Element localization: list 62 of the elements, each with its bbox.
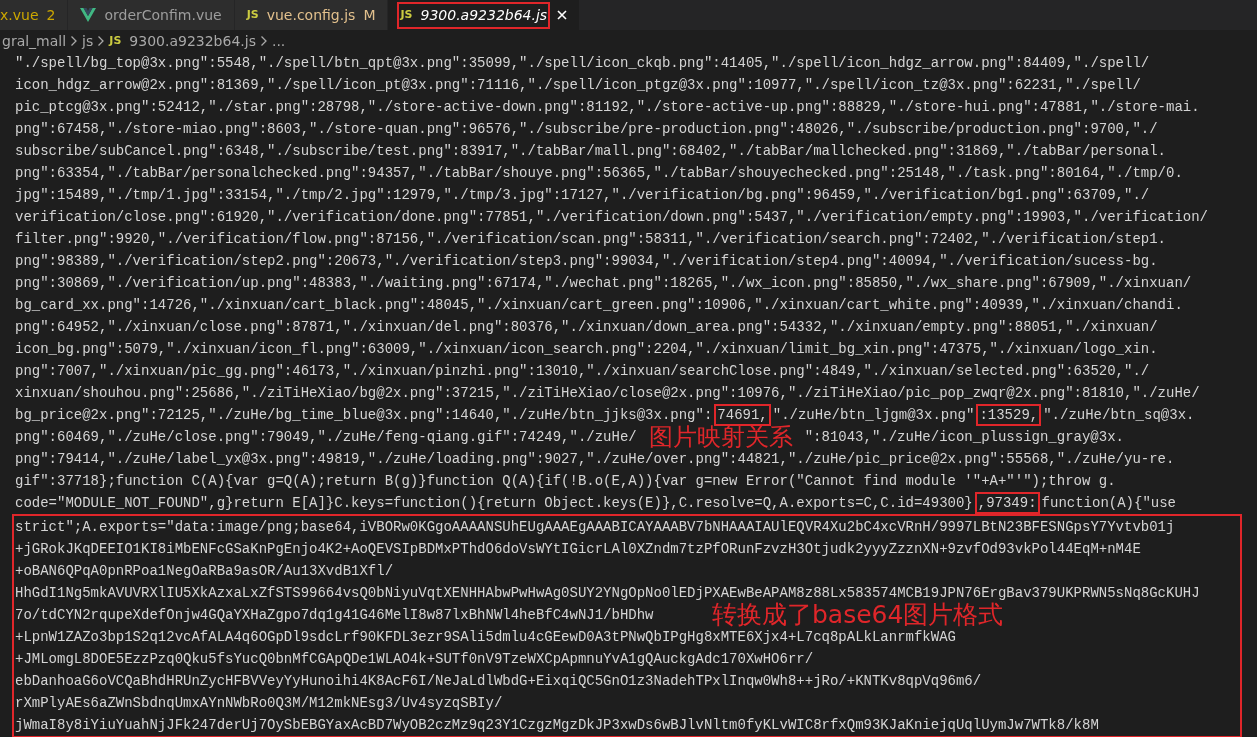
js-file-icon: JS	[246, 6, 259, 24]
code-text: rXmPlyAEs6aZWnSbdnqUmxAYnNWbRo0Q3M/M12mkNEsg3/Uv4syzqSBIy/	[15, 695, 503, 711]
code-text: xinxuan/shouhou.png":25686,"./ziTiHeXiao/bg@2x.png":37215,"./ziTiHeXiao/close@2x.png":10976,"./ziTiHeXiao/pic_pop_zwqr@2x.png":81810,"./zuHe/	[15, 385, 1200, 401]
code-text: ebDanhoaG6oVCQaBhdHRUnZycHFBVVeyYyHunoihi4K8AcF6I/NeJaLdlWbdG+EixqiQC5GnO1z3NadehTPxlInqw0Wh8++jRo/+KNTKv8qpVq96m6/	[15, 673, 982, 689]
annotation-text: 转换成了base64图片格式	[712, 600, 1004, 630]
code-text: strict";A.exports="data:image/png;base64,iVBORw0KGgoAAAANSUhEUgAAAEgAAABICAYAAABV7bNHAAAIAUlEQVR4Xu2bC4xcVRnH/9997LBtN23BFESNGpsY7Yvtvb01j	[15, 519, 1175, 535]
annotation-text: 图片映射关系	[648, 426, 793, 448]
code-text: png":60469,"./zuHe/close.png":79049,"./zuHe/feng-qiang.gif":74249,"./zuHe/	[15, 429, 637, 445]
highlighted-code: 74691,	[714, 404, 771, 426]
code-text: ":81043,"./zuHe/icon_plussign_gray@3x.	[804, 429, 1124, 445]
chevron-right-icon	[259, 35, 268, 47]
breadcrumb-item[interactable]: ...	[271, 30, 286, 52]
code-text: +oBAN6QPqA0pnRPoa1NegOaRBa9asOR/Au13XvdB1Xfl/	[15, 563, 394, 579]
editor-tab[interactable]: orderConfim.vue	[68, 0, 235, 30]
code-text: +JMLomgL8DOE5EzzPzq0Qku5fsYucQ0bnMfCGApQDe1WLAO4k+SUTf0nV9TzeWXCpApmnuYvA1gQAuckgAdc170XwHO6rr/	[15, 651, 814, 667]
highlighted-code: :13529,	[976, 404, 1042, 426]
code-text: 7o/tdCYN2rqupeXdefOnjw4GQaYXHaZgpo7dq1g41G46MelI8w87lxBhNWl4heBfC4wNJ1/bHDhw	[15, 607, 654, 623]
code-text: jpg":15489,"./tmp/1.jpg":33154,"./tmp/2.jpg":12979,"./tmp/3.jpg":17127,"./verification/bg.png":96459,"./verification/bg1.png":63709,"./	[15, 187, 1150, 203]
code-text: "./zuHe/btn_sq@3x.	[1043, 407, 1195, 423]
code-text: code="MODULE_NOT_FOUND",g}return E[A]}C.keys=function(){return Object.keys(E)},C.resolve=Q,A.exports=C,C.id=49300}	[15, 495, 973, 511]
code-text: +LpnW1ZAZo3bp1S2q12vcAfALA4q6OGpDl9sdcLrf90KFDL3ezr9SAli5dmlu4cGEewD0A3tPNwQbIPgHg8xMTE6Xjx4+L7cq8pALkLanrmfkWAG	[15, 629, 956, 645]
code-text: png":7007,"./xinxuan/pic_gg.png":46173,"./xinxuan/pinzhi.png":13010,"./xinxuan/searchClose.png":4849,"./xinxuan/selected.png":63520,"./	[15, 363, 1150, 379]
tab-label: 9300.a9232b64.js	[420, 5, 548, 25]
chevron-right-icon	[97, 35, 106, 47]
code-text: icon_hdgz_arrow@2x.png":81369,"./spell/icon_pt@3x.png":71116,"./spell/icon_ptgz@3x.png":10977,"./spell/icon_tz@3x.png":62231,"./spell/	[15, 77, 1141, 93]
code-text: png":63354,"./tabBar/personalchecked.png":94357,"./tabBar/shouye.png":56365,"./tabBar/shouyechecked.png":25148,"./task.png":80164,"./tmp/0.	[15, 165, 1183, 181]
editor-tab[interactable]: JS 9300.a9232b64.js	[388, 0, 581, 30]
code-text: png":64952,"./xinxuan/close.png":87871,"./xinxuan/del.png":80376,"./xinxuan/down_area.png":54332,"./xinxuan/empty.png":88051,"./xinxuan/	[15, 319, 1158, 335]
js-file-icon: JS	[109, 32, 122, 50]
breadcrumb-item[interactable]: 9300.a9232b64.js	[129, 30, 256, 52]
highlighted-code: ,97349:	[974, 492, 1040, 514]
breadcrumb-item[interactable]: js	[82, 30, 94, 52]
code-text: "./zuHe/btn_ljgm@3x.png"	[772, 407, 975, 423]
js-file-icon: JS	[400, 6, 413, 24]
code-text: bg_price@2x.png":72125,"./zuHe/bg_time_blue@3x.png":14640,"./zuHe/btn_jjks@3x.png":	[15, 407, 713, 423]
editor-tab[interactable]: JS vue.config.js M	[234, 0, 389, 30]
code-text: bg_card_xx.png":14726,"./xinxuan/cart_black.png":48045,"./xinxuan/cart_green.png":10906,"./xinxuan/cart_white.png":40939,"./xinxuan/chandi.	[15, 297, 1183, 313]
code-text: jWmaI8y8iYiuYuahNjJFk247derUj7OySbEBGYaxAcBD7WyOB2czMz9q23Y1CzgzMgzDkJP3xwDs6wBJlvNltm0fyKLvWIC8rfxQm93KJaKniejqUqlUymJw7WTk8/k8M	[15, 717, 1099, 733]
code-text: "./spell/bg_top@3x.png":5548,"./spell/btn_qpt@3x.png":35099,"./spell/icon_ckqb.png":41405,"./spell/icon_hdgz_arrow.png":84409,"./spell/	[15, 55, 1150, 71]
tab-label: vue.config.js	[266, 5, 356, 25]
tab-label: x.vue	[0, 5, 39, 25]
code-text: verification/close.png":61920,"./verification/done.png":77851,"./verification/down.png":5437,"./verification/empty.png":19903,"./verification/	[15, 209, 1208, 225]
code-text: png":98389,"./verification/step2.png":20673,"./verification/step3.png":99034,"./verification/step4.png":40094,"./verification/sucess-bg.	[15, 253, 1158, 269]
vue-logo-icon	[80, 8, 97, 22]
code-text: gif":37718};function C(A){var g=Q(A);return B(g)}function Q(A){if(!B.o(E,A)){var g=new Error("Cannot find module '"+A+"'");throw g.	[15, 473, 1116, 489]
code-text: png":79414,"./zuHe/label_yx@3x.png":49819,"./zuHe/loading.png":9027,"./zuHe/over.png":44821,"./zuHe/pic_price@2x.png":55568,"./zuHe/yu-re.	[15, 451, 1175, 467]
code-text: png":67458,"./store-miao.png":8603,"./store-quan.png":96576,"./subscribe/pre-production.png":48026,"./subscribe/production.png":9700,"./	[15, 121, 1158, 137]
tab-label: orderConfim.vue	[104, 5, 222, 25]
code-text: +jGRokJKqDEEIO1KI8iMbENFcGSaKnPgEnjo4K2+AoQEVSIpBDMxPThdO6doVsWYtIGicrLAl0XZndm7tzPfORunFzvzH3Otjudk2yyyZzznXN+9zvfOd93vkPol44EqM+nM4E	[15, 541, 1141, 557]
close-icon[interactable]	[557, 10, 568, 20]
tab-status-label: M	[363, 5, 376, 25]
code-text: subscribe/subCancel.png":6348,"./subscribe/test.png":83917,"./tabBar/mall.png":68402,"./tabBar/mallchecked.png":31869,"./tabBar/personal.	[15, 143, 1166, 159]
chevron-right-icon	[70, 35, 79, 47]
tab-status-label: 2	[46, 5, 56, 25]
editor-tab[interactable]: x.vue 2	[0, 0, 69, 30]
code-text: HhGdI1Ng5mkAVUVRXlIU5XkAzxaLxZfSTS99664vsQ0bNiyuVqtXENHHAbwPwHwAg0SUY2YNgOpNo0lEDjPXAEwBeAPAM8z88Lx583574MCB19JPN76ErgBav379UKPRWN5sNq8GcKUHJ	[15, 585, 1200, 601]
code-text: filter.png":9920,"./verification/flow.png":87156,"./verification/scan.png":58311,"./verification/search.png":72402,"./verification/step1.	[15, 231, 1166, 247]
code-text: pic_ptcg@3x.png":52412,"./star.png":28798,"./store-active-down.png":81192,"./store-active-up.png":88829,"./store-hui.png":47881,"./store-mai.	[15, 99, 1200, 115]
breadcrumb-item[interactable]: gral_mall	[2, 30, 67, 52]
code-text: function(A){"use	[1041, 495, 1176, 511]
code-text: png":30869,"./verification/up.png":48383,"./waiting.png":67174,"./wechat.png":18265,"./wx_icon.png":85850,"./wx_share.png":67909,"./xinxuan/	[15, 275, 1192, 291]
code-text: icon_bg.png":5079,"./xinxuan/icon_fl.png":63009,"./xinxuan/icon_search.png":2204,"./xinxuan/limit_bg_xin.png":47375,"./xinxuan/logo_xin.	[15, 341, 1158, 357]
